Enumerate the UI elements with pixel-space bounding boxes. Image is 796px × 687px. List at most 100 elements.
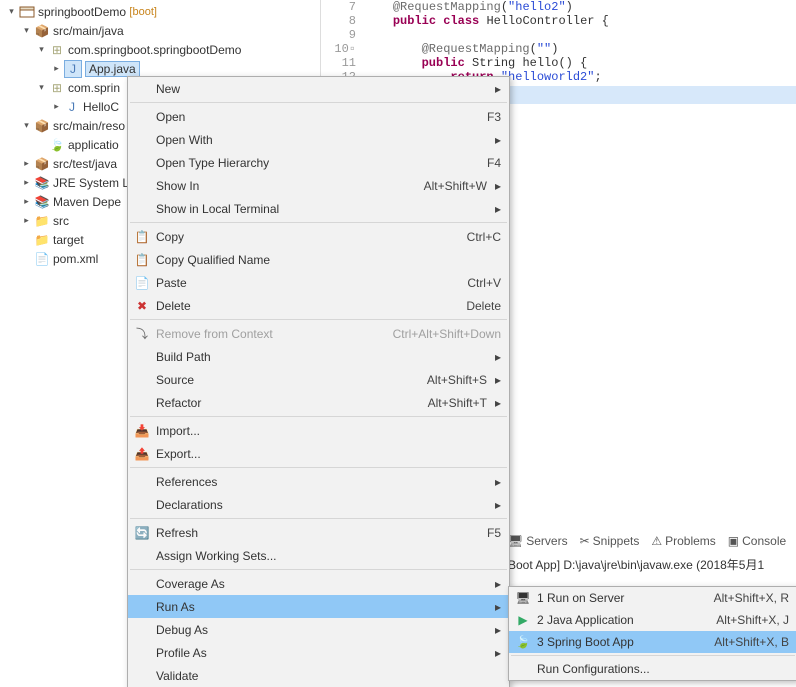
console-title: Boot App] D:\java\jre\bin\javaw.exe (201…: [508, 556, 796, 573]
submenu-arrow-icon: ▸: [487, 623, 501, 637]
label: JRE System L: [53, 176, 129, 190]
chevron-right-icon[interactable]: ▸: [19, 215, 34, 226]
menu-open-with[interactable]: Open With▸: [128, 128, 509, 151]
menu-build-path[interactable]: Build Path▸: [128, 345, 509, 368]
menu-declarations[interactable]: Declarations▸: [128, 493, 509, 516]
menu-import[interactable]: 📥Import...: [128, 419, 509, 442]
export-icon: 📤: [128, 447, 156, 461]
menu-references[interactable]: References▸: [128, 470, 509, 493]
menu-copy-qualified[interactable]: 📋Copy Qualified Name: [128, 248, 509, 271]
separator: [130, 319, 507, 320]
problems-icon: ⚠: [651, 534, 662, 548]
tab-console[interactable]: ▣Console: [728, 534, 786, 548]
submenu-arrow-icon: ▸: [487, 133, 501, 147]
separator: [130, 569, 507, 570]
submenu-run-configurations[interactable]: Run Configurations...: [509, 658, 796, 680]
submenu-arrow-icon: ▸: [487, 82, 501, 96]
menu-show-local-terminal[interactable]: Show in Local Terminal▸: [128, 197, 509, 220]
label: com.springboot.springbootDemo: [68, 43, 241, 57]
submenu-arrow-icon: ▸: [487, 396, 501, 410]
chevron-down-icon[interactable]: ▾: [4, 6, 19, 17]
menu-copy[interactable]: 📋CopyCtrl+C: [128, 225, 509, 248]
code-line: public String hello() {: [364, 56, 587, 70]
submenu-java-app[interactable]: ▶2 Java ApplicationAlt+Shift+X, J: [509, 609, 796, 631]
label: applicatio: [68, 138, 119, 152]
leaf-icon: 🍃: [49, 137, 65, 153]
chevron-right-icon[interactable]: ▸: [19, 196, 34, 207]
java-file-icon: J: [64, 99, 80, 115]
gutter-line: 7: [321, 0, 364, 14]
project-label: springbootDemo: [38, 5, 126, 19]
submenu-arrow-icon: ▸: [487, 600, 501, 614]
menu-run-as[interactable]: Run As▸: [128, 595, 509, 618]
code-line: public class HelloController {: [364, 14, 609, 28]
menu-open[interactable]: OpenF3: [128, 105, 509, 128]
java-run-icon: ▶: [509, 613, 537, 627]
run-as-submenu: 🖥1 Run on ServerAlt+Shift+X, R ▶2 Java A…: [508, 586, 796, 681]
menu-profile-as[interactable]: Profile As▸: [128, 641, 509, 664]
package-icon: ⊞: [49, 42, 65, 58]
chevron-right-icon[interactable]: ▸: [19, 177, 34, 188]
menu-open-type-hierarchy[interactable]: Open Type HierarchyF4: [128, 151, 509, 174]
separator: [130, 467, 507, 468]
submenu-arrow-icon: ▸: [487, 179, 501, 193]
submenu-arrow-icon: ▸: [487, 350, 501, 364]
chevron-right-icon[interactable]: ▸: [19, 158, 34, 169]
bottom-tabs: 🖥Servers ✂Snippets ⚠Problems ▣Console: [508, 534, 796, 548]
console-icon: ▣: [728, 534, 739, 548]
java-file-icon: J: [64, 60, 82, 78]
delete-icon: ✖: [128, 299, 156, 313]
submenu-spring-boot-app[interactable]: 🍃3 Spring Boot AppAlt+Shift+X, B: [509, 631, 796, 653]
tab-problems[interactable]: ⚠Problems: [651, 534, 715, 548]
tree-project[interactable]: ▾springbootDemo [boot]: [0, 2, 320, 21]
label: src/main/java: [53, 24, 124, 38]
tab-snippets[interactable]: ✂Snippets: [580, 534, 640, 548]
separator: [130, 102, 507, 103]
copy-icon: 📋: [128, 230, 156, 244]
chevron-down-icon[interactable]: ▾: [34, 82, 49, 93]
tree-src-main-java[interactable]: ▾📦src/main/java: [0, 21, 320, 40]
chevron-down-icon[interactable]: ▾: [19, 120, 34, 131]
package-icon: ⊞: [49, 80, 65, 96]
menu-refresh[interactable]: 🔄RefreshF5: [128, 521, 509, 544]
menu-validate[interactable]: Validate: [128, 664, 509, 687]
label: pom.xml: [53, 252, 98, 266]
menu-show-in[interactable]: Show InAlt+Shift+W▸: [128, 174, 509, 197]
chevron-right-icon[interactable]: ▸: [49, 63, 64, 74]
menu-debug-as[interactable]: Debug As▸: [128, 618, 509, 641]
chevron-right-icon[interactable]: ▸: [49, 101, 64, 112]
menu-export[interactable]: 📤Export...: [128, 442, 509, 465]
submenu-run-on-server[interactable]: 🖥1 Run on ServerAlt+Shift+X, R: [509, 587, 796, 609]
chevron-down-icon[interactable]: ▾: [19, 25, 34, 36]
submenu-arrow-icon: ▸: [487, 646, 501, 660]
menu-refactor[interactable]: RefactorAlt+Shift+T▸: [128, 391, 509, 414]
menu-new[interactable]: New▸: [128, 77, 509, 100]
menu-assign-ws[interactable]: Assign Working Sets...: [128, 544, 509, 567]
separator: [130, 222, 507, 223]
refresh-icon: 🔄: [128, 526, 156, 540]
submenu-arrow-icon: ▸: [487, 202, 501, 216]
label: src/main/reso: [53, 119, 125, 133]
label: Maven Depe: [53, 195, 121, 209]
xml-file-icon: 📄: [34, 251, 50, 267]
servers-icon: 🖥: [508, 534, 523, 548]
menu-delete[interactable]: ✖DeleteDelete: [128, 294, 509, 317]
submenu-arrow-icon: ▸: [487, 373, 501, 387]
label: HelloC: [83, 100, 119, 114]
tree-package-1[interactable]: ▾⊞com.springboot.springbootDemo: [0, 40, 320, 59]
chevron-down-icon[interactable]: ▾: [34, 44, 49, 55]
menu-coverage-as[interactable]: Coverage As▸: [128, 572, 509, 595]
package-folder-icon: 📦: [34, 118, 50, 134]
label: src/test/java: [53, 157, 117, 171]
tab-servers[interactable]: 🖥Servers: [508, 534, 568, 548]
snippets-icon: ✂: [580, 534, 590, 548]
separator: [130, 416, 507, 417]
project-icon: [19, 4, 35, 20]
menu-source[interactable]: SourceAlt+Shift+S▸: [128, 368, 509, 391]
submenu-arrow-icon: ▸: [487, 475, 501, 489]
label: App.java: [85, 61, 140, 77]
label: com.sprin: [68, 81, 120, 95]
menu-paste[interactable]: 📄PasteCtrl+V: [128, 271, 509, 294]
package-folder-icon: 📦: [34, 23, 50, 39]
library-icon: 📚: [34, 175, 50, 191]
